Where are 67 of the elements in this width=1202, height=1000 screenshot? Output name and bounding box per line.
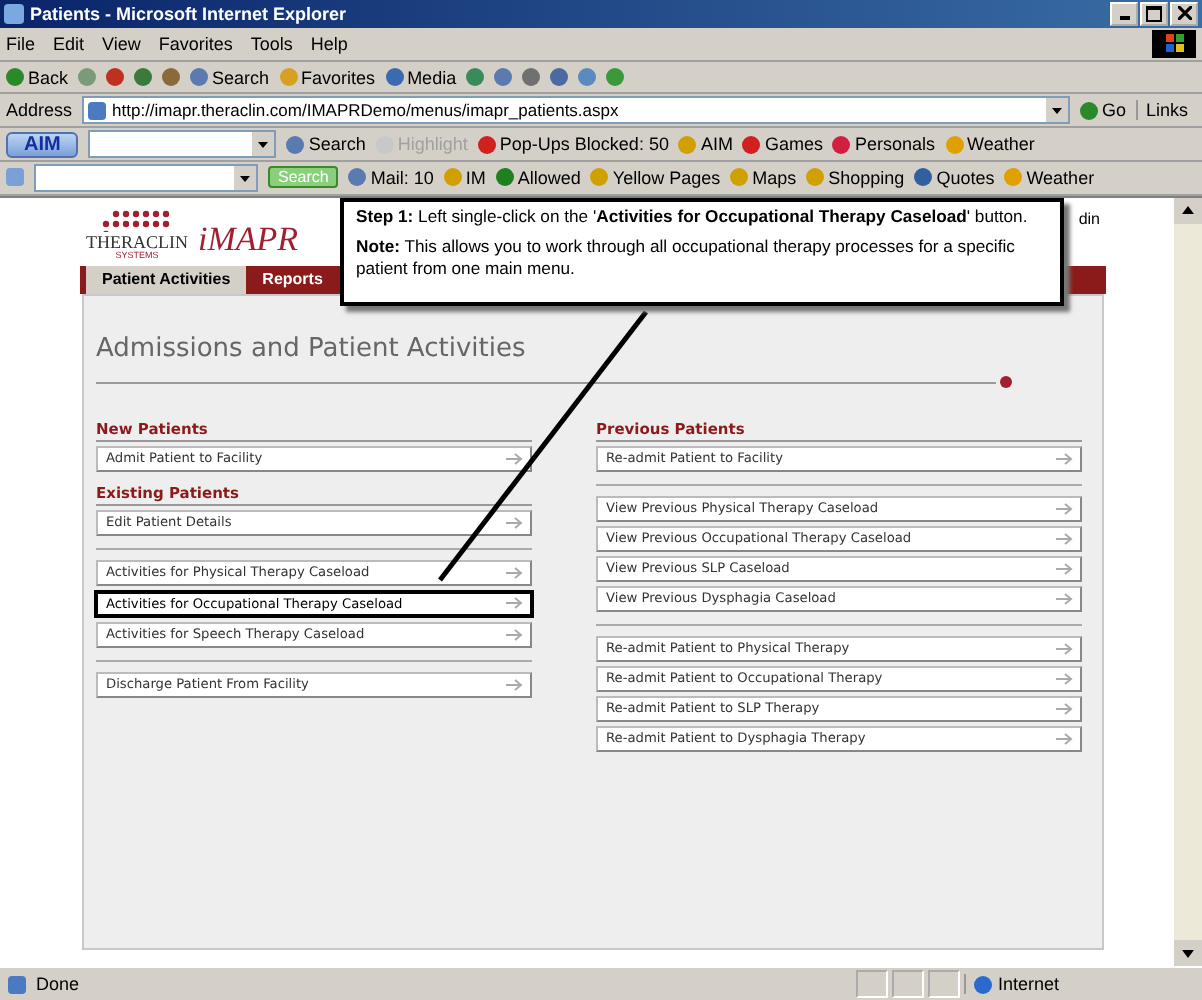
arrow-icon: [506, 515, 524, 530]
note-text: Note: This allows you to work through all occupational therapy processes for a specific patient from one main menu.: [356, 236, 1017, 278]
arrow-icon: [1056, 641, 1074, 656]
toolbar-button[interactable]: Back: [6, 67, 69, 88]
go-button[interactable]: Go: [1080, 100, 1127, 121]
arrow-icon: [1056, 671, 1074, 686]
maximize-button[interactable]: [1140, 1, 1168, 26]
toolbar-button[interactable]: Search: [286, 134, 366, 155]
close-icon: [1177, 6, 1191, 21]
arrow-icon: [1056, 451, 1074, 466]
aim-search-field[interactable]: [88, 130, 277, 159]
header-text: din: [1078, 209, 1100, 228]
page-title: Admissions and Patient Activities: [96, 333, 528, 364]
tab[interactable]: Patient Activities: [86, 265, 247, 294]
arrow-icon: [1056, 731, 1074, 746]
arrow-icon: [1056, 561, 1074, 576]
toolbar-button[interactable]: IM: [443, 167, 486, 188]
step-text: Step 1: Left single-click on the 'Activities for Occupational Therapy Caseload' button.: [356, 205, 1030, 227]
bullet-icon: [1000, 375, 1012, 388]
scrollbar[interactable]: [1174, 197, 1202, 967]
toolbar-button[interactable]: Weather: [945, 134, 1035, 155]
arrow-icon: [1056, 501, 1074, 516]
toolbar-button[interactable]: Media: [385, 67, 457, 88]
menu-item[interactable]: View: [102, 33, 141, 54]
minimize-button[interactable]: [1110, 1, 1138, 26]
links-button[interactable]: Links: [1136, 100, 1189, 121]
search-field[interactable]: [34, 163, 258, 192]
toolbar-button[interactable]: Mail: 10: [348, 167, 434, 188]
product-name: iMAPR: [198, 219, 299, 260]
close-button[interactable]: [1170, 1, 1198, 26]
toolbar-button[interactable]: Personals: [832, 134, 936, 155]
aim-button[interactable]: AIM: [6, 131, 79, 158]
windows-logo-icon: [1152, 29, 1196, 58]
toolbar-button[interactable]: Yellow Pages: [590, 167, 721, 188]
scroll-up-button[interactable]: [1174, 197, 1202, 224]
tab[interactable]: Reports: [246, 265, 339, 294]
menu-item[interactable]: Edit: [53, 33, 85, 54]
zone-text: Internet: [998, 974, 1060, 995]
arrow-icon: [506, 596, 524, 611]
address-field[interactable]: http://imapr.theraclin.com/IMAPRDemo/menus/imapr_patients.aspx: [82, 96, 1071, 125]
arrow-icon: [1056, 701, 1074, 716]
status-text: Done: [36, 974, 80, 995]
company-logo-text: THERACLIN: [86, 234, 188, 253]
toolbar-button[interactable]: Allowed: [495, 167, 581, 188]
address-label: Address: [6, 100, 73, 121]
arrow-icon: [1056, 591, 1074, 606]
menu-item[interactable]: Favorites: [158, 33, 233, 54]
arrow-icon: [506, 565, 524, 580]
window-title: Patients - Microsoft Internet Explorer: [30, 3, 349, 24]
toolbar-button[interactable]: Pop-Ups Blocked: 50: [477, 134, 669, 155]
arrow-icon: [1056, 531, 1074, 546]
toolbar-button[interactable]: Search: [190, 67, 270, 88]
toolbar-button[interactable]: AIM: [678, 134, 733, 155]
arrow-icon: [506, 451, 524, 466]
browser-icon: [4, 3, 24, 24]
toolbar-button[interactable]: Games: [742, 134, 823, 155]
toolbar-button[interactable]: Quotes: [914, 167, 995, 188]
toolbar-button[interactable]: Favorites: [279, 67, 376, 88]
toolbar-button[interactable]: Shopping: [806, 167, 905, 188]
scroll-down-button[interactable]: [1174, 940, 1202, 967]
arrow-icon: [506, 627, 524, 642]
toolbar-button[interactable]: Maps: [730, 167, 797, 188]
arrow-icon: [506, 677, 524, 692]
menu-item[interactable]: Help: [310, 33, 348, 54]
toolbar-button[interactable]: Weather: [1004, 167, 1095, 188]
menu-item[interactable]: Tools: [250, 33, 293, 54]
menu-item[interactable]: File: [6, 33, 36, 54]
